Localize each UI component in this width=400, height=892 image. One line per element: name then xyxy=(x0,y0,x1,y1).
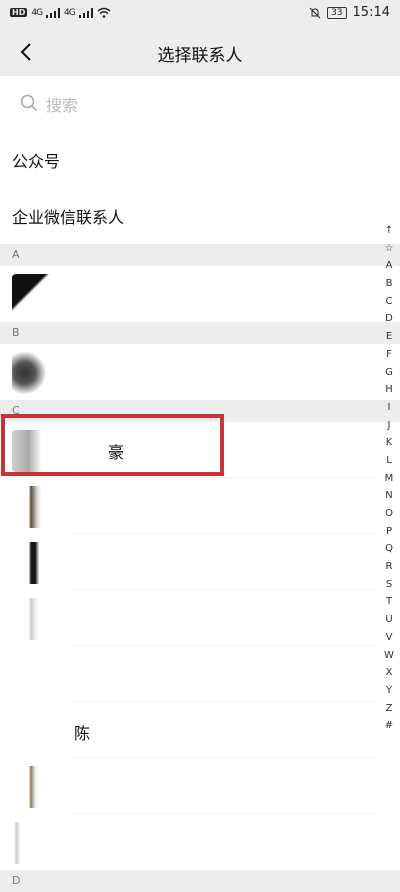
index-letter[interactable]: C xyxy=(386,293,393,311)
hd-badge: HD xyxy=(10,8,28,17)
status-right: 33 15:14 xyxy=(309,5,390,20)
index-letter[interactable]: L xyxy=(386,452,392,470)
index-letter[interactable]: ↑ xyxy=(385,222,393,240)
contact-row[interactable] xyxy=(0,266,400,322)
contact-row[interactable] xyxy=(0,646,400,702)
avatar xyxy=(12,430,54,472)
avatar xyxy=(12,822,54,864)
official-accounts-label: 公众号 xyxy=(12,152,61,171)
section-header-a: A xyxy=(0,244,400,266)
index-letter[interactable]: P xyxy=(386,523,392,541)
network-label-1: 4G xyxy=(31,7,43,18)
index-letter[interactable]: D xyxy=(385,310,393,328)
section-header-c: C xyxy=(0,400,400,422)
status-left: HD 4G 4G xyxy=(10,7,111,18)
index-letter[interactable]: R xyxy=(386,558,393,576)
contact-row[interactable] xyxy=(0,534,400,590)
avatar xyxy=(12,274,54,316)
index-letter[interactable]: U xyxy=(385,611,392,629)
index-letter[interactable]: H xyxy=(385,381,393,399)
index-letter[interactable]: F xyxy=(386,346,392,364)
index-letter[interactable]: Z xyxy=(386,700,393,718)
index-letter[interactable]: W xyxy=(384,647,394,665)
search-icon xyxy=(20,94,38,112)
avatar xyxy=(12,710,54,752)
index-letter[interactable]: A xyxy=(386,257,393,275)
avatar xyxy=(12,598,54,640)
title-bar: 选择联系人 xyxy=(0,28,400,76)
network-label-2: 4G xyxy=(64,7,76,18)
index-letter[interactable]: V xyxy=(386,629,393,647)
index-letter[interactable]: ☆ xyxy=(385,240,394,258)
contact-row[interactable] xyxy=(0,590,400,646)
section-letter: A xyxy=(12,248,20,261)
page-title: 选择联系人 xyxy=(157,46,243,66)
index-letter[interactable]: J xyxy=(388,417,391,435)
section-letter: C xyxy=(12,404,20,417)
contact-name: 豪 xyxy=(108,443,125,462)
section-letter: D xyxy=(12,874,21,887)
index-letter[interactable]: N xyxy=(385,487,392,505)
avatar xyxy=(12,766,54,808)
index-letter[interactable]: M xyxy=(385,470,394,488)
signal-icon-2 xyxy=(78,7,93,18)
status-bar: HD 4G 4G 33 15:14 xyxy=(0,0,400,28)
contact-row[interactable] xyxy=(0,758,400,814)
wifi-icon xyxy=(97,7,111,18)
contact-name: 陈 xyxy=(74,724,91,743)
index-letter[interactable]: K xyxy=(386,434,393,452)
clock: 15:14 xyxy=(352,5,390,20)
wecom-contacts-item[interactable]: 企业微信联系人 xyxy=(0,188,400,244)
index-letter[interactable]: B xyxy=(386,275,393,293)
index-letter[interactable]: G xyxy=(385,364,393,382)
index-letter[interactable]: E xyxy=(386,328,392,346)
index-letter[interactable]: # xyxy=(385,717,393,735)
wecom-contacts-label: 企业微信联系人 xyxy=(12,208,125,227)
section-letter: B xyxy=(12,326,20,339)
contact-row[interactable] xyxy=(0,478,400,534)
contact-row[interactable] xyxy=(0,344,400,400)
avatar xyxy=(12,542,54,584)
index-letter[interactable]: T xyxy=(386,593,392,611)
alphabet-index-bar[interactable]: ↑ ☆ A B C D E F G H I J K L M N O P Q R … xyxy=(380,222,398,735)
index-letter[interactable]: S xyxy=(386,576,392,594)
battery-indicator: 33 xyxy=(327,6,347,19)
avatar xyxy=(12,352,54,394)
search-bar[interactable] xyxy=(0,76,400,132)
search-input[interactable] xyxy=(44,90,348,120)
avatar xyxy=(12,486,54,528)
section-header-b: B xyxy=(0,322,400,344)
index-letter[interactable]: Y xyxy=(386,682,392,700)
mute-icon xyxy=(309,7,321,18)
index-letter[interactable]: I xyxy=(388,399,391,417)
signal-icon xyxy=(46,7,61,18)
index-letter[interactable]: X xyxy=(386,664,393,682)
index-letter[interactable]: Q xyxy=(385,540,393,558)
index-letter[interactable]: O xyxy=(385,505,393,523)
contact-row[interactable]: 豪 xyxy=(0,422,400,478)
official-accounts-item[interactable]: 公众号 xyxy=(0,132,400,188)
avatar xyxy=(12,654,54,696)
contact-row[interactable] xyxy=(0,814,400,870)
contact-row[interactable]: 陈 xyxy=(0,702,400,758)
